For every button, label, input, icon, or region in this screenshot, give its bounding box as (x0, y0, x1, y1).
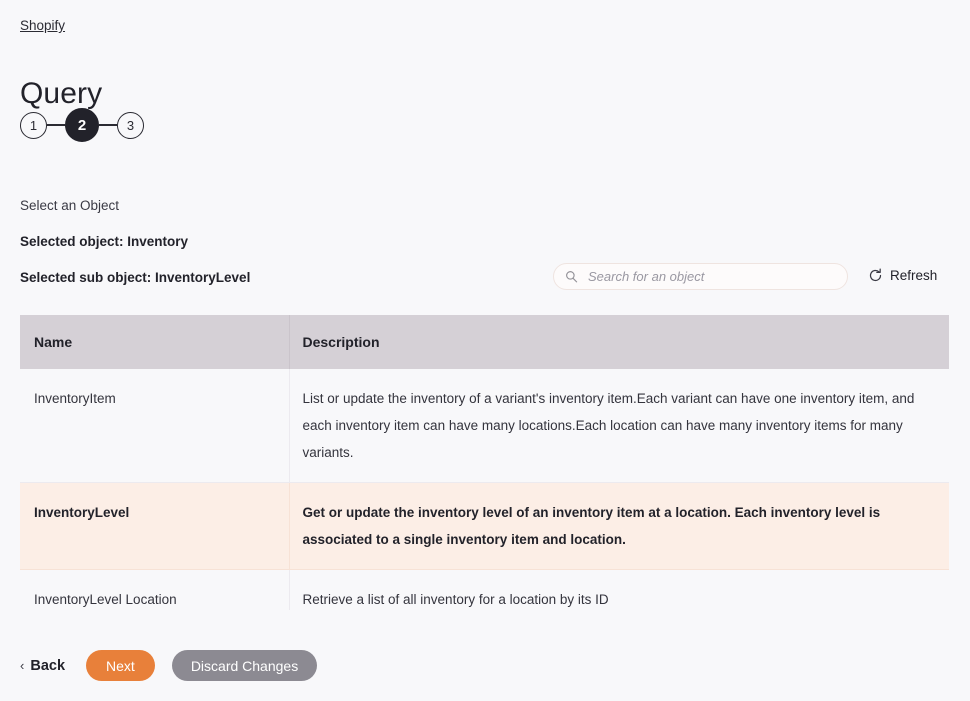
discard-changes-button[interactable]: Discard Changes (172, 650, 317, 681)
cell-description: List or update the inventory of a varian… (289, 369, 949, 483)
stepper-step-1[interactable]: 1 (20, 112, 47, 139)
search-icon (565, 270, 578, 283)
refresh-icon (868, 268, 883, 283)
cell-description: Get or update the inventory level of an … (289, 483, 949, 570)
table-row[interactable]: InventoryLevel Get or update the invento… (20, 483, 949, 570)
cell-name: InventoryLevel (20, 483, 289, 570)
select-object-instruction: Select an Object (20, 197, 119, 215)
cell-name: InventoryItem (20, 369, 289, 483)
back-button[interactable]: ‹ Back (20, 658, 65, 674)
refresh-button[interactable]: Refresh (868, 268, 937, 283)
chevron-left-icon: ‹ (20, 659, 24, 672)
cell-description: Retrieve a list of all inventory for a l… (289, 570, 949, 611)
object-table-container[interactable]: Name Description InventoryItem List or u… (20, 315, 949, 610)
object-table: Name Description InventoryItem List or u… (20, 315, 949, 610)
wizard-stepper: 1 2 3 (20, 108, 144, 142)
breadcrumb-shopify[interactable]: Shopify (20, 17, 65, 34)
selected-sub-object-label: Selected sub object: InventoryLevel (20, 269, 250, 287)
stepper-connector-2 (99, 124, 117, 125)
selected-object-label: Selected object: Inventory (20, 233, 188, 251)
column-header-description: Description (289, 315, 949, 369)
table-row[interactable]: InventoryLevel Location Retrieve a list … (20, 570, 949, 611)
table-header-row: Name Description (20, 315, 949, 369)
stepper-connector-1 (47, 124, 65, 125)
footer-actions: ‹ Back Next Discard Changes (20, 650, 317, 681)
table-row[interactable]: InventoryItem List or update the invento… (20, 369, 949, 483)
stepper-step-2[interactable]: 2 (65, 108, 99, 142)
back-label: Back (30, 658, 65, 674)
refresh-label: Refresh (890, 268, 937, 283)
object-search-box[interactable] (553, 263, 848, 290)
search-input[interactable] (588, 269, 837, 284)
next-button[interactable]: Next (86, 650, 155, 681)
column-header-name: Name (20, 315, 289, 369)
stepper-step-3[interactable]: 3 (117, 112, 144, 139)
cell-name: InventoryLevel Location (20, 570, 289, 611)
